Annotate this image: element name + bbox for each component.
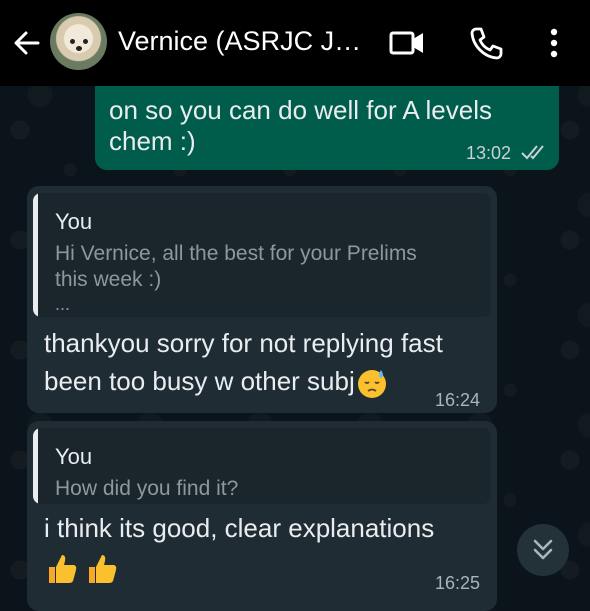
video-camera-icon[interactable] [388, 24, 426, 62]
quote-bar [33, 428, 38, 504]
incoming-message[interactable]: You Hi Vernice, all the best for your Pr… [27, 186, 497, 413]
message-line: been too busy w other subj [44, 366, 388, 399]
quoted-reply[interactable]: You How did you find it? [33, 428, 491, 504]
message-time: 13:02 [466, 143, 512, 163]
double-chevron-down-icon [533, 539, 553, 560]
message-line: on so you can do well for A levels [109, 95, 493, 125]
quote-author: You [55, 444, 93, 469]
contact-name[interactable]: Vernice (ASRJC J… [118, 26, 361, 57]
quote-text: ... [55, 294, 71, 314]
thumbs-up-emoji [49, 555, 77, 583]
downcast-sweat-face-emoji [357, 370, 386, 399]
quoted-reply[interactable]: You Hi Vernice, all the best for your Pr… [33, 193, 491, 317]
incoming-message[interactable]: You How did you find it? i think its goo… [27, 421, 497, 611]
message-line: thankyou sorry for not replying fast [44, 328, 443, 358]
quote-text: How did you find it? [55, 477, 239, 500]
quote-text: Hi Vernice, all the best for your Prelim… [55, 242, 417, 265]
avatar[interactable] [50, 13, 107, 70]
quote-text: this week :) [55, 268, 162, 291]
phone-icon[interactable] [467, 24, 505, 62]
message-time: 16:25 [435, 573, 481, 593]
more-vertical-icon[interactable] [535, 24, 573, 62]
chat-header: Vernice (ASRJC J… [0, 0, 590, 86]
arrow-left-icon[interactable] [12, 28, 42, 58]
message-line: i think its good, clear explanations [44, 513, 435, 543]
scroll-to-bottom-button[interactable] [517, 524, 569, 576]
thumbs-up-emoji [89, 555, 117, 583]
quote-author: You [55, 209, 93, 234]
message-time: 16:24 [435, 390, 481, 410]
message-line: chem :) [109, 126, 196, 156]
quote-bar [33, 193, 38, 317]
emoji-line [44, 551, 120, 587]
double-check-icon [521, 145, 544, 160]
